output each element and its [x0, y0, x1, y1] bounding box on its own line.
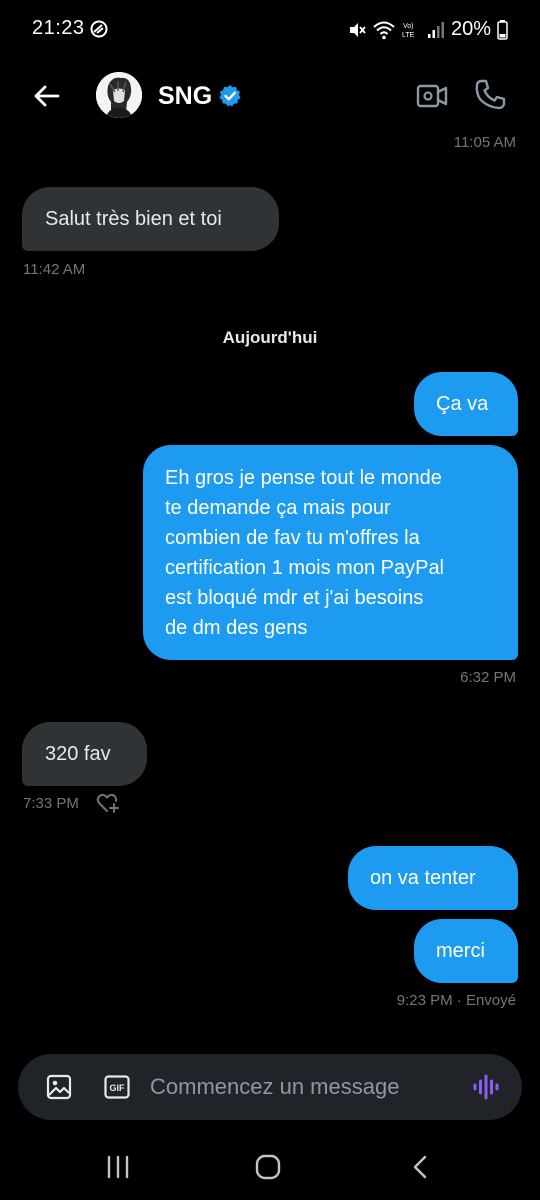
video-camera-icon	[416, 84, 448, 108]
message-timestamp: 11:05 AM	[453, 134, 516, 151]
contact-name[interactable]: SNG	[158, 82, 212, 111]
incoming-message-bubble[interactable]: Salut très bien et toi	[22, 187, 279, 251]
message-timestamp: 11:42 AM	[23, 261, 86, 278]
message-input[interactable]	[150, 1071, 450, 1103]
system-navigation-bar	[0, 1134, 540, 1200]
add-reaction-icon[interactable]	[96, 792, 120, 814]
message-composer: GIF	[18, 1054, 522, 1120]
message-timestamp: 7:33 PM	[23, 795, 79, 812]
image-icon[interactable]	[46, 1074, 72, 1100]
message-timestamp: 6:32 PM	[460, 669, 516, 686]
alarm-icon	[90, 20, 108, 38]
incoming-message-bubble[interactable]: 320 fav	[22, 722, 147, 786]
avatar-image	[96, 72, 142, 118]
battery-level: 20%	[450, 18, 491, 40]
status-icons: Vo) LTE 20%	[347, 18, 508, 41]
recent-apps-button[interactable]	[104, 1154, 132, 1180]
battery-icon	[497, 19, 508, 40]
outgoing-message-bubble[interactable]: merci	[414, 919, 518, 983]
svg-text:Vo): Vo)	[403, 23, 414, 30]
svg-text:GIF: GIF	[110, 1083, 126, 1093]
system-back-button[interactable]	[408, 1154, 432, 1180]
status-bar: 21:23 Vo) LTE 20%	[0, 0, 540, 60]
voice-message-icon[interactable]	[472, 1072, 502, 1102]
voice-call-button[interactable]	[472, 77, 508, 113]
volte-icon: Vo) LTE	[402, 23, 415, 39]
phone-icon	[475, 79, 506, 110]
video-call-button[interactable]	[414, 78, 450, 114]
avatar[interactable]	[96, 72, 142, 118]
outgoing-message-bubble[interactable]: Eh gros je pense tout le monde te demand…	[143, 445, 518, 660]
wifi-icon	[373, 21, 395, 39]
status-time: 21:23	[32, 17, 85, 39]
signal-icon	[427, 21, 444, 38]
outgoing-message-bubble[interactable]: on va tenter	[348, 846, 518, 910]
gif-icon[interactable]: GIF	[104, 1075, 130, 1099]
arrow-left-icon	[34, 85, 60, 107]
day-separator: Aujourd'hui	[222, 328, 318, 347]
message-status-timestamp: 9:23 PM · Envoyé	[396, 992, 516, 1009]
home-button[interactable]	[254, 1154, 282, 1180]
svg-text:LTE: LTE	[402, 32, 415, 39]
back-button[interactable]	[28, 78, 64, 114]
verified-badge-icon	[219, 85, 241, 107]
outgoing-message-bubble[interactable]: Ça va	[414, 372, 518, 436]
mute-icon	[349, 22, 366, 37]
conversation-header: SNG	[0, 64, 540, 128]
